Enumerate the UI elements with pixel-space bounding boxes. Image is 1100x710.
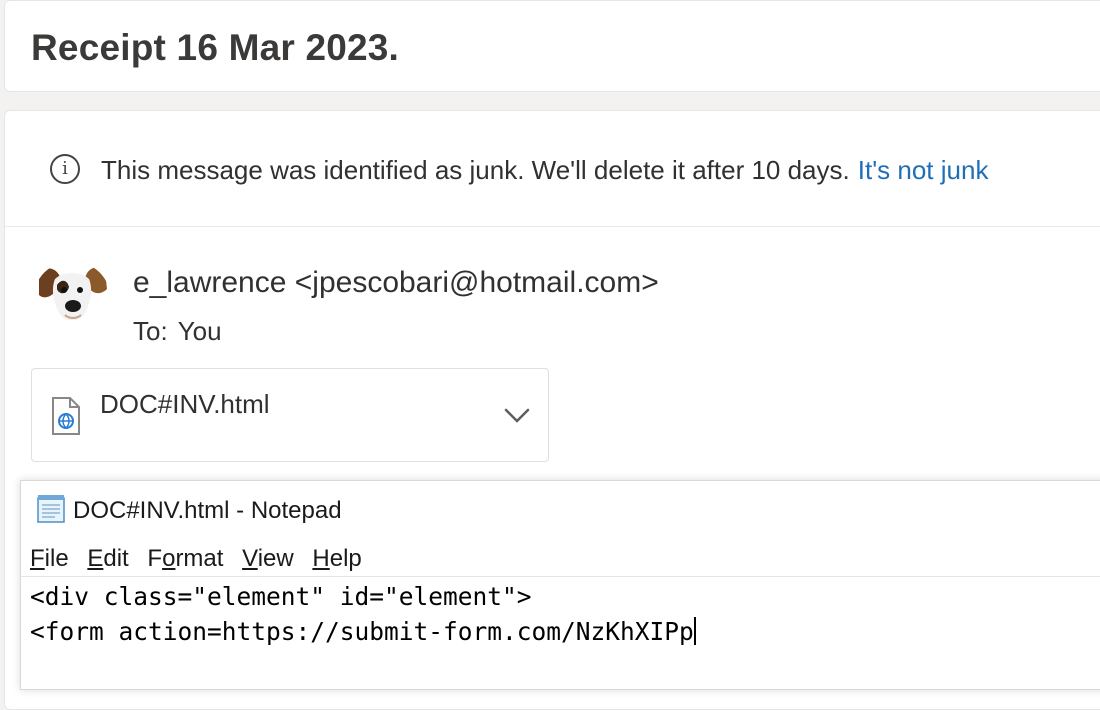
text-line: <form action=https://submit-form.com/NzK… — [30, 617, 694, 646]
menu-file[interactable]: File — [30, 545, 69, 572]
notepad-window: DOC#INV.html - Notepad File Edit Format … — [20, 480, 1100, 690]
attachment-name: DOC#INV.html — [100, 389, 270, 419]
notepad-title: DOC#INV.html - Notepad — [73, 497, 342, 524]
not-junk-link[interactable]: It's not junk — [858, 155, 989, 185]
menu-bar: File Edit Format View Help — [30, 545, 374, 573]
sender-address[interactable]: e_lawrence <jpescobari@hotmail.com> — [133, 266, 659, 300]
attachment-card[interactable]: DOC#INV.html — [31, 368, 549, 462]
chevron-down-icon[interactable] — [502, 404, 532, 426]
menu-view[interactable]: View — [242, 545, 294, 572]
sender-avatar[interactable] — [33, 261, 111, 339]
notepad-text-area[interactable]: <div class="element" id="element"> <form … — [30, 579, 696, 649]
recipient-line: To: You — [133, 316, 222, 347]
text-line-with-cursor: <form action=https://submit-form.com/NzK… — [30, 614, 696, 649]
menu-help[interactable]: Help — [312, 545, 361, 572]
junk-notice-text: This message was identified as junk. We'… — [101, 155, 850, 185]
html-file-icon — [50, 396, 82, 436]
menu-divider — [21, 576, 1100, 577]
to-label: To: — [133, 316, 168, 346]
email-subject: Receipt 16 Mar 2023. — [31, 27, 400, 68]
text-line: <div class="element" id="element"> — [30, 582, 532, 611]
junk-notice: This message was identified as junk. We'… — [101, 155, 988, 186]
info-icon: i — [50, 154, 80, 184]
text-cursor — [693, 617, 696, 645]
subject-header: Receipt 16 Mar 2023. — [4, 0, 1100, 92]
junk-notice-bar: i This message was identified as junk. W… — [5, 111, 1100, 227]
notepad-icon — [35, 494, 67, 524]
menu-format[interactable]: Format — [147, 545, 223, 572]
menu-edit[interactable]: Edit — [87, 545, 128, 572]
recipient-name[interactable]: You — [178, 316, 222, 346]
